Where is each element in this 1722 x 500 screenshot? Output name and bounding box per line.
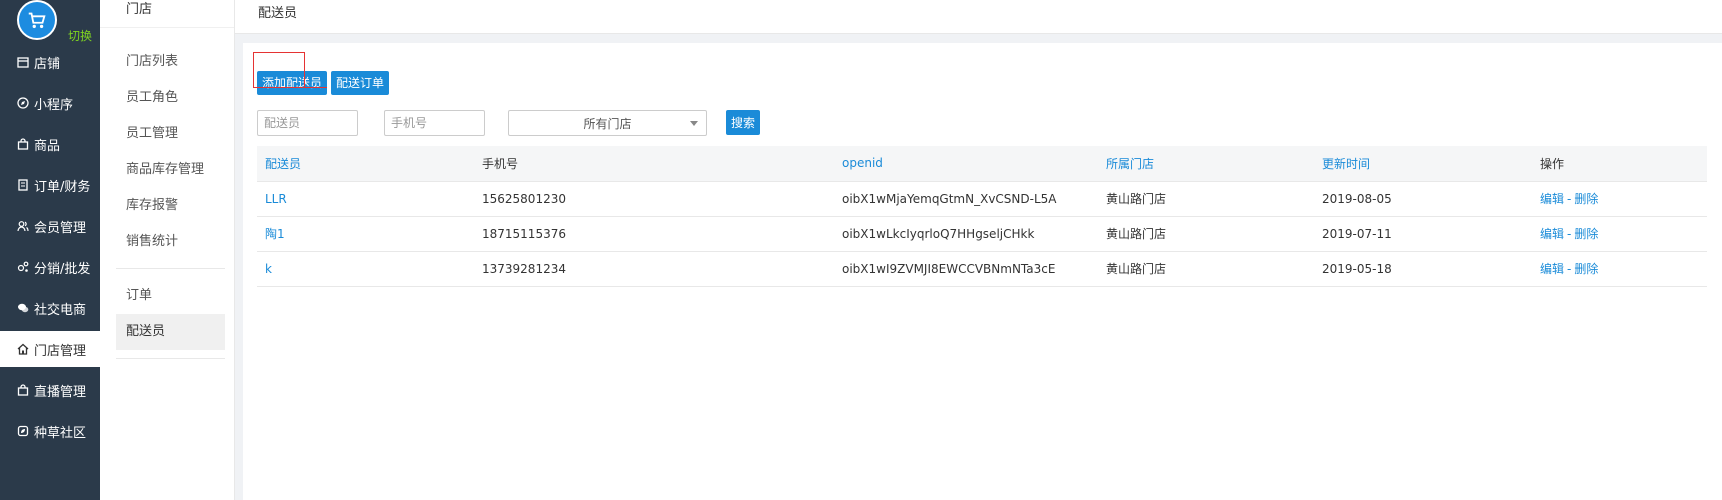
courier-name-link[interactable]: LLR [257,181,474,217]
sub-nav: 门店 门店列表 员工角色 员工管理 商品库存管理 库存报警 销售统计 订单 配送… [100,0,235,500]
column-header-store[interactable]: 所属门店 [1098,146,1314,182]
nav-item-miniprogram[interactable]: 小程序 [0,85,100,121]
search-button[interactable]: 搜索 [726,110,761,135]
logo-area: 切换 [0,0,100,46]
subnav-item-couriers[interactable]: 配送员 [116,314,225,350]
bag-icon [16,383,30,397]
subnav-divider [116,358,225,359]
action-separator: - [1567,227,1572,241]
nav-item-label: 社交电商 [34,302,87,318]
edit-link[interactable]: 编辑 [1540,192,1564,206]
nav-item-goods[interactable]: 商品 [0,126,100,162]
column-header-updated[interactable]: 更新时间 [1314,146,1532,182]
switch-link[interactable]: 切换 [68,27,92,44]
actions-cell: 编辑 - 删除 [1532,251,1707,287]
table-row: 陶1 18715115376 oibX1wLkcIyqrloQ7HHgseljC… [257,216,1707,252]
bag-icon [16,137,30,151]
nav-item-label: 种草社区 [34,425,87,441]
distribution-icon [16,260,30,274]
subnav-divider [116,268,225,269]
courier-name-input[interactable] [257,110,358,136]
edit-link[interactable]: 编辑 [1540,262,1564,276]
nav-item-label: 直播管理 [34,384,87,400]
courier-table: 配送员 手机号 openid 所属门店 更新时间 操作 LLR 15625801… [257,146,1707,287]
action-separator: - [1567,192,1572,206]
delete-link[interactable]: 删除 [1574,262,1598,276]
courier-name-link[interactable]: 陶1 [257,216,474,252]
table-row: k 13739281234 oibX1wI9ZVMJI8EWCCVBNmNTa3… [257,251,1707,287]
phone-cell: 18715115376 [474,216,834,252]
main-nav: 切换 店铺 小程序 商品 订单/财务 会员管理 分销/批发 社交电商 门店管理 … [0,0,100,500]
highlight-box-tail [305,87,327,88]
updated-cell: 2019-07-11 [1314,216,1532,252]
nav-item-label: 门店管理 [34,343,87,359]
nav-item-live[interactable]: 直播管理 [0,372,100,408]
subnav-item-stock-alert[interactable]: 库存报警 [116,188,225,224]
subnav-item-store-list[interactable]: 门店列表 [116,44,225,80]
nav-item-label: 小程序 [34,97,74,113]
nav-item-label: 店铺 [34,56,61,72]
openid-cell: oibX1wI9ZVMJI8EWCCVBNmNTa3cE [834,251,1098,287]
store-cell: 黄山路门店 [1098,251,1314,287]
openid-cell: oibX1wMjaYemqGtmN_XvCSND-L5A [834,181,1098,217]
store-select[interactable]: 所有门店 [508,110,707,136]
home-icon [16,342,30,356]
updated-cell: 2019-08-05 [1314,181,1532,217]
content-panel: 添加配送员 配送订单 所有门店 搜索 配送员 手机号 openid 所属门店 更… [243,43,1722,500]
leaf-icon [16,424,30,438]
nav-item-distribution[interactable]: 分销/批发 [0,249,100,285]
column-header-phone: 手机号 [474,146,834,182]
nav-item-community[interactable]: 种草社区 [0,413,100,449]
action-separator: - [1567,262,1572,276]
app-root: 切换 店铺 小程序 商品 订单/财务 会员管理 分销/批发 社交电商 门店管理 … [0,0,1722,500]
edit-link[interactable]: 编辑 [1540,227,1564,241]
nav-item-label: 订单/财务 [34,179,91,195]
top-header: 配送员 [235,0,1722,34]
store-select-value: 所有门店 [583,116,632,131]
actions-cell: 编辑 - 删除 [1532,216,1707,252]
nav-item-orders[interactable]: 订单/财务 [0,167,100,203]
nav-item-social[interactable]: 社交电商 [0,290,100,326]
phone-cell: 13739281234 [474,251,834,287]
store-icon [16,55,30,69]
receipt-icon [16,178,30,192]
nav-item-label: 商品 [34,138,61,154]
cart-logo-icon [17,0,57,40]
column-header-courier[interactable]: 配送员 [257,146,474,182]
nav-item-members[interactable]: 会员管理 [0,208,100,244]
column-header-actions: 操作 [1532,146,1707,182]
caret-down-icon [690,121,698,126]
phone-input[interactable] [384,110,485,136]
courier-name-link[interactable]: k [257,251,474,287]
page-title: 配送员 [258,6,298,21]
actions-cell: 编辑 - 删除 [1532,181,1707,217]
highlight-box [253,52,305,88]
nav-item-store-management[interactable]: 门店管理 [0,331,100,367]
sub-nav-title: 门店 [100,0,234,28]
column-header-openid[interactable]: openid [834,146,1098,182]
store-cell: 黄山路门店 [1098,216,1314,252]
openid-cell: oibX1wLkcIyqrloQ7HHgseljCHkk [834,216,1098,252]
nav-item-label: 会员管理 [34,220,87,236]
store-cell: 黄山路门店 [1098,181,1314,217]
members-icon [16,219,30,233]
courier-orders-button[interactable]: 配送订单 [331,71,390,95]
table-header-row: 配送员 手机号 openid 所属门店 更新时间 操作 [257,146,1707,182]
delete-link[interactable]: 删除 [1574,227,1598,241]
subnav-item-orders[interactable]: 订单 [116,278,225,314]
subnav-item-staff-management[interactable]: 员工管理 [116,116,225,152]
subnav-item-sales-stats[interactable]: 销售统计 [116,224,225,260]
delete-link[interactable]: 删除 [1574,192,1598,206]
subnav-item-staff-roles[interactable]: 员工角色 [116,80,225,116]
phone-cell: 15625801230 [474,181,834,217]
nav-item-label: 分销/批发 [34,261,91,277]
subnav-item-inventory[interactable]: 商品库存管理 [116,152,225,188]
compass-icon [16,96,30,110]
table-row: LLR 15625801230 oibX1wMjaYemqGtmN_XvCSND… [257,181,1707,217]
chat-icon [16,301,30,315]
nav-item-store[interactable]: 店铺 [0,44,100,80]
updated-cell: 2019-05-18 [1314,251,1532,287]
